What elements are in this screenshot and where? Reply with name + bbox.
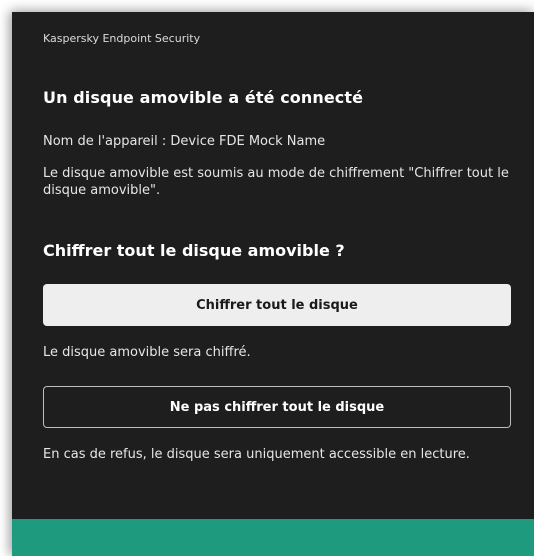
encrypt-whole-disk-button[interactable]: Chiffrer tout le disque [43,284,511,326]
encrypt-question: Chiffrer tout le disque amovible ? [43,241,345,260]
decline-description: En cas de refus, le disque sera uniqueme… [43,447,470,462]
encrypt-description: Le disque amovible sera chiffré. [43,345,251,360]
dialog-heading: Un disque amovible a été connecté [43,88,364,107]
device-name-text: Nom de l'appareil : Device FDE Mock Name [43,134,326,149]
encryption-mode-text: Le disque amovible est soumis au mode de… [43,166,509,198]
footer-accent-bar [12,519,534,556]
app-title: Kaspersky Endpoint Security [43,32,201,45]
notification-window: Kaspersky Endpoint Security Un disque am… [12,12,534,556]
decline-encryption-button[interactable]: Ne pas chiffrer tout le disque [43,386,511,428]
